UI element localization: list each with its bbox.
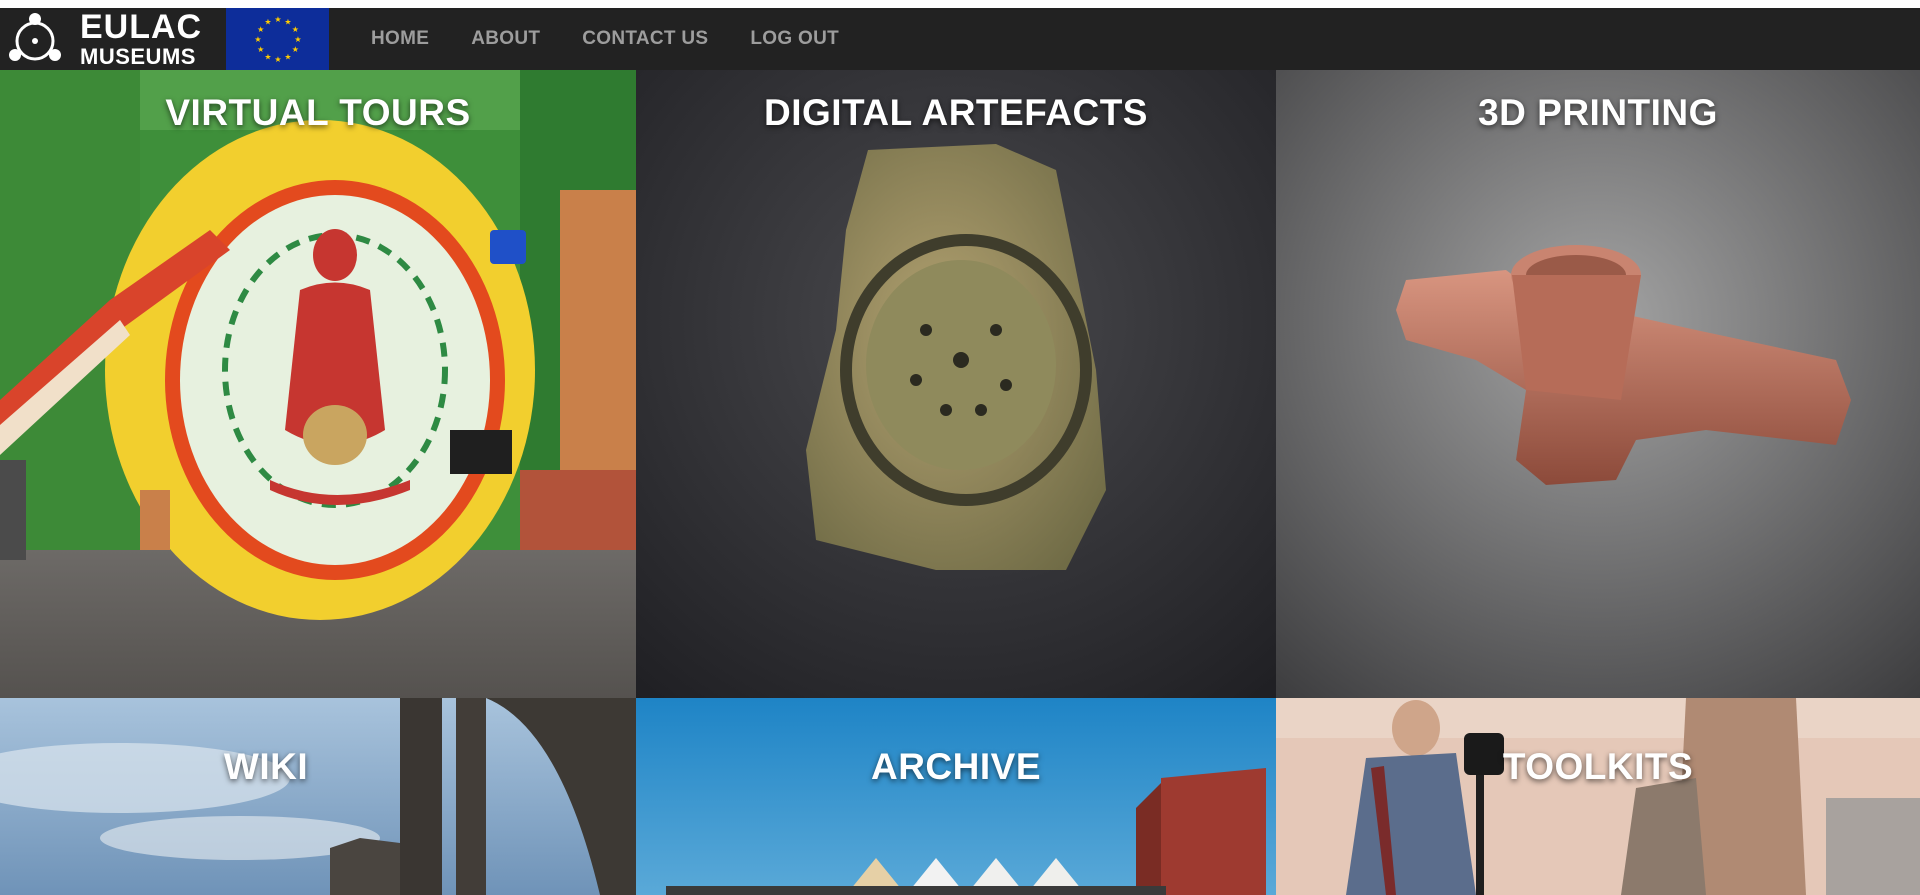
eu-star-icon: ★: [292, 45, 299, 54]
carved-stone-artefact-image: [636, 70, 1276, 698]
tile-title-toolkits: TOOLKITS: [1502, 746, 1694, 787]
tile-title-3d-printing: 3D PRINTING: [1478, 92, 1718, 133]
nav-logout-link[interactable]: LOG OUT: [729, 28, 860, 50]
buildings-blue-sky-image: [636, 698, 1276, 895]
mural-painting-image: [0, 70, 636, 698]
nav-links: HOME ABOUT CONTACT US LOG OUT: [350, 28, 860, 50]
logo-line2: MUSEUMS: [80, 44, 196, 69]
tile-wiki[interactable]: WIKI: [0, 698, 636, 895]
eulac-logo[interactable]: EULAC MUSEUMS ★ ★ ★ ★ ★ ★ ★ ★ ★ ★ ★ ★: [0, 8, 330, 70]
nav-contact-link[interactable]: CONTACT US: [561, 28, 729, 50]
tile-virtual-tours[interactable]: VIRTUAL TOURS: [0, 70, 636, 698]
eu-flag-icon: ★ ★ ★ ★ ★ ★ ★ ★ ★ ★ ★ ★: [226, 8, 329, 70]
tile-title-virtual-tours: VIRTUAL TOURS: [165, 92, 471, 133]
eu-star-icon: ★: [254, 35, 261, 44]
eu-star-icon: ★: [274, 55, 281, 64]
logo-line1: EULAC: [80, 8, 203, 46]
nav-home-link[interactable]: HOME: [350, 28, 450, 50]
person-with-camera-image: [1276, 698, 1920, 895]
clay-pipe-3d-model-image: [1276, 70, 1920, 698]
top-navbar: EULAC MUSEUMS ★ ★ ★ ★ ★ ★ ★ ★ ★ ★ ★ ★ HOME ABOUT CO…: [0, 8, 1920, 70]
feature-grid: VIRTUAL TOURS DIGITAL ARTEFACTS 3D PRINT…: [0, 70, 1920, 895]
eu-star-icon: ★: [257, 45, 264, 54]
tile-archive[interactable]: ARCHIVE: [636, 698, 1276, 895]
tile-title-archive: ARCHIVE: [870, 746, 1042, 787]
cathedral-ruins-image: [0, 698, 636, 895]
eu-star-icon: ★: [257, 25, 264, 34]
eu-star-icon: ★: [284, 18, 291, 27]
tile-digital-artefacts[interactable]: DIGITAL ARTEFACTS: [636, 70, 1276, 698]
eu-star-icon: ★: [294, 35, 301, 44]
logo-text: EULAC MUSEUMS: [80, 8, 222, 70]
eu-star-icon: ★: [274, 15, 281, 24]
tile-3d-printing[interactable]: 3D PRINTING: [1276, 70, 1920, 698]
eu-star-icon: ★: [264, 18, 271, 27]
tile-title-wiki: WIKI: [223, 746, 309, 787]
eu-star-icon: ★: [264, 52, 271, 61]
page-frame: EULAC MUSEUMS ★ ★ ★ ★ ★ ★ ★ ★ ★ ★ ★ ★ HOME ABOUT CO…: [0, 8, 1920, 895]
tile-toolkits[interactable]: TOOLKITS: [1276, 698, 1920, 895]
tile-title-digital-artefacts: DIGITAL ARTEFACTS: [764, 92, 1148, 133]
nav-about-link[interactable]: ABOUT: [450, 28, 561, 50]
eu-star-icon: ★: [284, 52, 291, 61]
eu-star-icon: ★: [292, 25, 299, 34]
triangle-network-icon: [0, 8, 70, 70]
